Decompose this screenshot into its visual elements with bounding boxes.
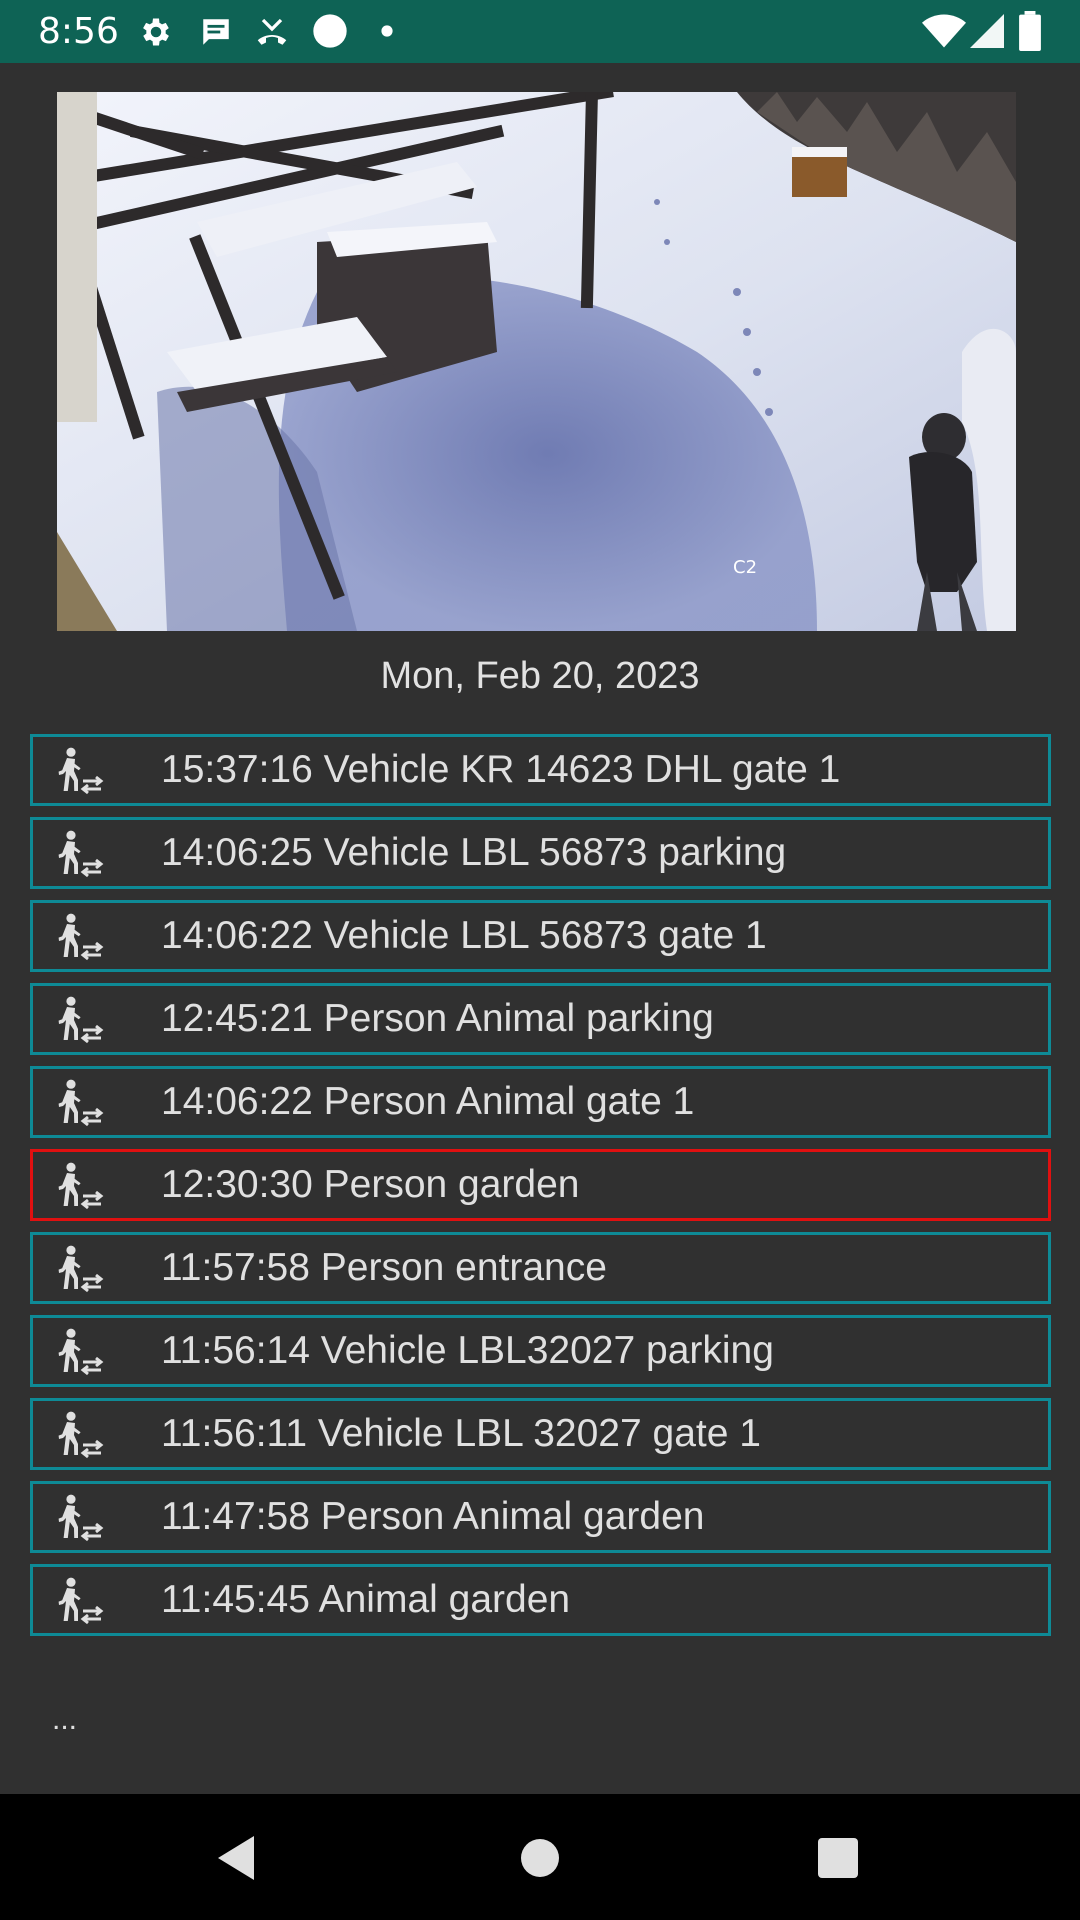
person-motion-icon: [58, 913, 104, 961]
navigation-bar: [0, 1794, 1080, 1920]
event-row[interactable]: 15:37:16 Vehicle KR 14623 DHL gate 1: [30, 734, 1051, 806]
camera-snapshot[interactable]: C2: [57, 92, 1016, 631]
wifi-icon: [922, 14, 966, 48]
event-row[interactable]: 11:56:11 Vehicle LBL 32027 gate 1: [30, 1398, 1051, 1470]
event-text: 11:56:14 Vehicle LBL32027 parking: [161, 1329, 774, 1372]
event-text: 14:06:25 Vehicle LBL 56873 parking: [161, 831, 787, 874]
camera-overlay-label: C2: [733, 557, 758, 578]
person-motion-icon: [58, 747, 104, 795]
person-motion-icon: [58, 1079, 104, 1127]
person-motion-icon: [58, 1411, 104, 1459]
date-label: Mon, Feb 20, 2023: [380, 655, 700, 697]
event-text: 11:56:11 Vehicle LBL 32027 gate 1: [161, 1412, 761, 1455]
event-row[interactable]: 11:57:58 Person entrance: [30, 1232, 1051, 1304]
event-text: 11:45:45 Animal garden: [161, 1578, 571, 1621]
event-text: 11:57:58 Person entrance: [161, 1246, 607, 1289]
status-time: 8:56: [38, 11, 119, 52]
person-motion-icon: [58, 1245, 104, 1293]
person-motion-icon: [58, 1162, 104, 1210]
dot-icon: [381, 25, 393, 37]
event-row[interactable]: 11:56:14 Vehicle LBL32027 parking: [30, 1315, 1051, 1387]
event-text: 11:47:58 Person Animal garden: [161, 1495, 705, 1538]
circle-icon: [313, 14, 347, 48]
event-row[interactable]: 11:45:45 Animal garden: [30, 1564, 1051, 1636]
person-motion-icon: [58, 1494, 104, 1542]
back-icon[interactable]: [218, 1836, 258, 1880]
event-text: 14:06:22 Person Animal gate 1: [161, 1080, 695, 1123]
home-icon[interactable]: [520, 1838, 560, 1878]
event-row[interactable]: 11:47:58 Person Animal garden: [30, 1481, 1051, 1553]
gear-icon: [143, 18, 169, 46]
event-row[interactable]: 14:06:25 Vehicle LBL 56873 parking: [30, 817, 1051, 889]
battery-icon: [1019, 11, 1041, 51]
status-bar: 8:56: [0, 0, 1080, 63]
event-row[interactable]: 12:45:21 Person Animal parking: [30, 983, 1051, 1055]
event-row[interactable]: 12:30:30 Person garden: [30, 1149, 1051, 1221]
signal-icon: [970, 14, 1004, 48]
person-motion-icon: [58, 1328, 104, 1376]
event-text: 12:45:21 Person Animal parking: [161, 997, 714, 1040]
message-icon: [203, 19, 229, 45]
main-content: C2 Mon, Feb 20, 2023 15:37:16 Vehicle KR…: [0, 63, 1080, 1794]
person-motion-icon: [58, 1577, 104, 1625]
event-text: 15:37:16 Vehicle KR 14623 DHL gate 1: [161, 748, 841, 791]
event-row[interactable]: 14:06:22 Person Animal gate 1: [30, 1066, 1051, 1138]
event-text: 14:06:22 Vehicle LBL 56873 gate 1: [161, 914, 767, 957]
call-icon: [257, 18, 287, 45]
more-indicator[interactable]: ...: [52, 1703, 77, 1737]
recents-icon[interactable]: [818, 1838, 858, 1878]
person-motion-icon: [58, 830, 104, 878]
event-text: 12:30:30 Person garden: [161, 1163, 580, 1206]
person-motion-icon: [58, 996, 104, 1044]
event-row[interactable]: 14:06:22 Vehicle LBL 56873 gate 1: [30, 900, 1051, 972]
